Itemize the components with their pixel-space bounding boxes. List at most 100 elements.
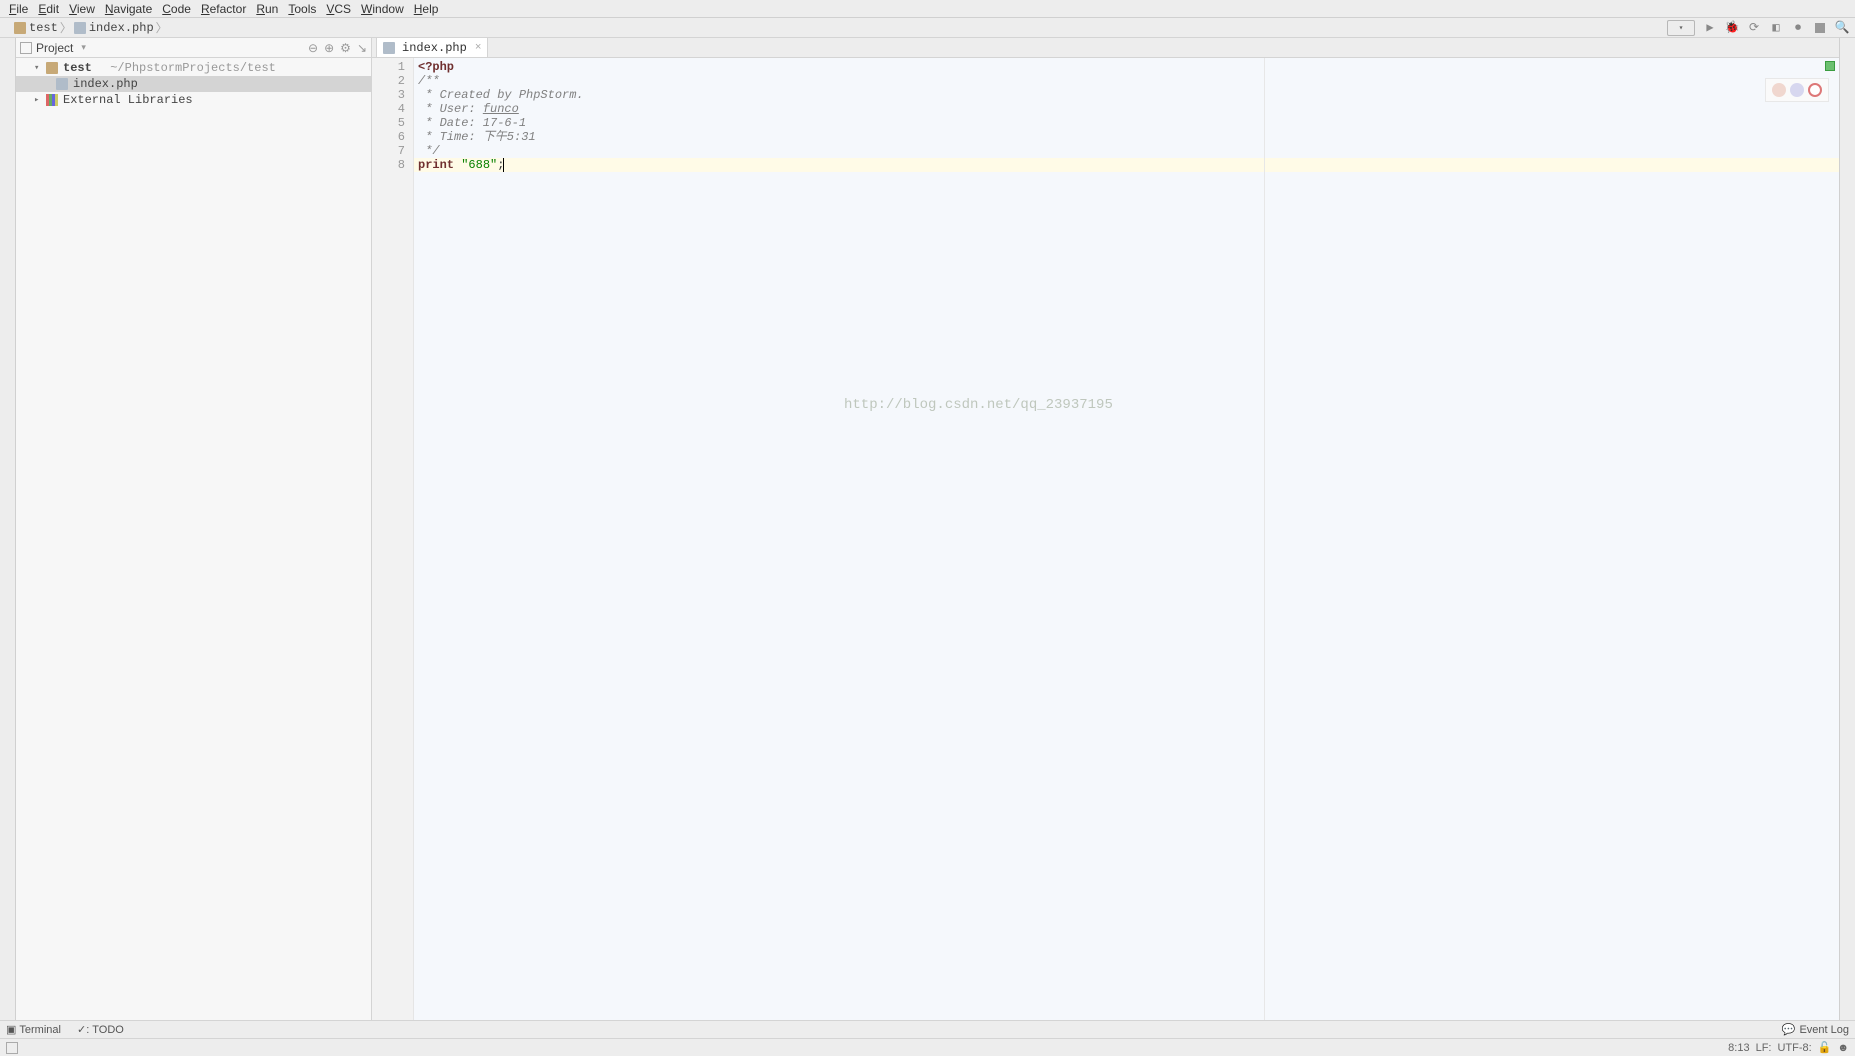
menu-edit[interactable]: Edit	[35, 2, 62, 16]
code-text: * Date: 17-6-1	[414, 116, 1839, 130]
file-node-label: index.php	[73, 77, 138, 91]
code-text: /**	[414, 74, 1839, 88]
editor-content[interactable]: 1 2 3 4 5 6 7 8 <?php /** * Created	[372, 58, 1839, 1020]
right-tool-stripe[interactable]	[1839, 38, 1855, 1020]
editor-tab-label: index.php	[402, 41, 467, 55]
line-number: 5	[372, 116, 405, 130]
line-ending[interactable]: LF:	[1756, 1042, 1772, 1054]
caret-position[interactable]: 8:13	[1728, 1042, 1749, 1054]
menu-file[interactable]: File	[6, 2, 31, 16]
browser-preview-strip	[1765, 78, 1829, 102]
code-text: print	[418, 158, 461, 172]
code-text: * Created by PhpStorm.	[414, 88, 1839, 102]
menu-navigate[interactable]: Navigate	[102, 2, 155, 16]
chevron-right-icon: 〉	[156, 19, 168, 36]
php-file-icon	[56, 78, 68, 90]
run-last-icon[interactable]: ⟳	[1747, 21, 1761, 35]
menu-view[interactable]: View	[66, 2, 98, 16]
breadcrumb-file-label: index.php	[89, 21, 154, 35]
menu-run[interactable]: Run	[253, 2, 281, 16]
file-encoding[interactable]: UTF-8:	[1777, 1042, 1811, 1054]
project-root-name: test	[63, 61, 92, 75]
editor-area: index.php × 1 2 3 4 5 6 7 8	[372, 38, 1839, 1020]
coverage-icon[interactable]: ◧	[1769, 21, 1783, 35]
php-file-icon	[74, 22, 86, 34]
menu-refactor[interactable]: Refactor	[198, 2, 249, 16]
project-root-path-text: ~/PhpstormProjects/test	[110, 61, 276, 75]
terminal-label: Terminal	[19, 1024, 61, 1036]
debug-icon[interactable]: 🐞	[1725, 21, 1739, 35]
external-libraries-node[interactable]: ▸ External Libraries	[16, 92, 371, 108]
code-text: * User:	[418, 102, 483, 116]
project-root-node[interactable]: ▾ test ~/PhpstormProjects/test	[16, 60, 371, 76]
menu-vcs[interactable]: VCS	[323, 2, 354, 16]
line-number: 7	[372, 144, 405, 158]
project-panel-tools: ⊖ ⊕ ⚙ ↘	[308, 41, 367, 55]
breadcrumb-project[interactable]: test	[14, 21, 58, 35]
close-icon[interactable]: ×	[475, 42, 482, 54]
project-panel-title[interactable]: Project	[36, 41, 73, 55]
breadcrumb-bar: test 〉 index.php 〉 ▾ ▶ 🐞 ⟳ ◧ ⏺ 🔍	[0, 18, 1855, 38]
line-number: 8	[372, 158, 405, 172]
code-text: <?php	[418, 60, 454, 74]
main-area: Project ▾ ⊖ ⊕ ⚙ ↘ ▾ test ~/PhpstormProje…	[0, 38, 1855, 1020]
todo-icon: ✓:	[77, 1023, 89, 1036]
code-text: "688"	[461, 158, 497, 172]
code-area[interactable]: <?php /** * Created by PhpStorm. * User:…	[414, 58, 1839, 1020]
menu-code[interactable]: Code	[159, 2, 194, 16]
event-log-label: Event Log	[1799, 1024, 1849, 1036]
menu-help[interactable]: Help	[411, 2, 442, 16]
project-tree: ▾ test ~/PhpstormProjects/test index.php…	[16, 58, 371, 110]
todo-tab[interactable]: ✓: TODO	[77, 1023, 124, 1036]
collapse-icon[interactable]: ⊖	[308, 41, 318, 55]
line-number: 3	[372, 88, 405, 102]
run-icon[interactable]: ▶	[1703, 21, 1717, 35]
run-toolbar: ▾ ▶ 🐞 ⟳ ◧ ⏺ 🔍	[1667, 20, 1855, 36]
menu-window[interactable]: Window	[358, 2, 407, 16]
libraries-icon	[46, 94, 58, 106]
tool-window-toggle-icon[interactable]	[6, 1042, 18, 1054]
opera-icon[interactable]	[1808, 83, 1822, 97]
gear-icon[interactable]: ⚙	[340, 41, 351, 55]
line-number: 1	[372, 60, 405, 74]
line-number: 6	[372, 130, 405, 144]
code-text: funco	[483, 102, 519, 116]
menu-tools[interactable]: Tools	[285, 2, 319, 16]
search-icon[interactable]: 🔍	[1835, 21, 1849, 35]
readonly-lock-icon[interactable]: 🔓	[1818, 1041, 1832, 1054]
chevron-right-icon: 〉	[60, 19, 72, 36]
code-text: * Time: 下午5:31	[414, 130, 1839, 144]
chrome-icon[interactable]	[1772, 83, 1786, 97]
inspection-ok-icon[interactable]	[1825, 61, 1835, 71]
event-log-icon: 💬	[1782, 1023, 1796, 1036]
run-config-dropdown[interactable]: ▾	[1667, 20, 1695, 36]
code-text: */	[414, 144, 1839, 158]
file-node-index[interactable]: index.php	[16, 76, 371, 92]
tree-collapse-icon[interactable]: ▸	[34, 95, 44, 105]
tree-expand-icon[interactable]: ▾	[34, 63, 44, 73]
editor-tab-bar: index.php ×	[372, 38, 1839, 58]
folder-icon	[46, 62, 58, 74]
listen-debug-icon[interactable]: ⏺	[1791, 21, 1805, 35]
target-icon[interactable]: ⊕	[324, 41, 334, 55]
editor-tab-index[interactable]: index.php ×	[376, 38, 488, 57]
text-cursor	[503, 158, 511, 172]
folder-icon	[14, 22, 26, 34]
left-tool-stripe[interactable]	[0, 38, 16, 1020]
bottom-tool-tabs: ▣ Terminal ✓: TODO 💬 Event Log	[0, 1020, 1855, 1038]
hector-icon[interactable]: ☻	[1837, 1042, 1849, 1054]
status-bar: 8:13 LF: UTF-8: 🔓 ☻	[0, 1038, 1855, 1056]
terminal-icon: ▣	[6, 1023, 16, 1036]
event-log-tab[interactable]: 💬 Event Log	[1782, 1023, 1849, 1036]
right-margin-guide	[1264, 58, 1265, 1020]
breadcrumb-file[interactable]: index.php	[74, 21, 154, 35]
chevron-down-icon[interactable]: ▾	[81, 42, 86, 53]
terminal-tab[interactable]: ▣ Terminal	[6, 1023, 61, 1036]
firefox-icon[interactable]	[1790, 83, 1804, 97]
hide-icon[interactable]: ↘	[357, 41, 367, 55]
project-panel-header: Project ▾ ⊖ ⊕ ⚙ ↘	[16, 38, 371, 58]
project-root-path	[94, 61, 108, 75]
stop-icon[interactable]	[1813, 21, 1827, 35]
line-number: 4	[372, 102, 405, 116]
line-number-gutter: 1 2 3 4 5 6 7 8	[372, 58, 414, 1020]
